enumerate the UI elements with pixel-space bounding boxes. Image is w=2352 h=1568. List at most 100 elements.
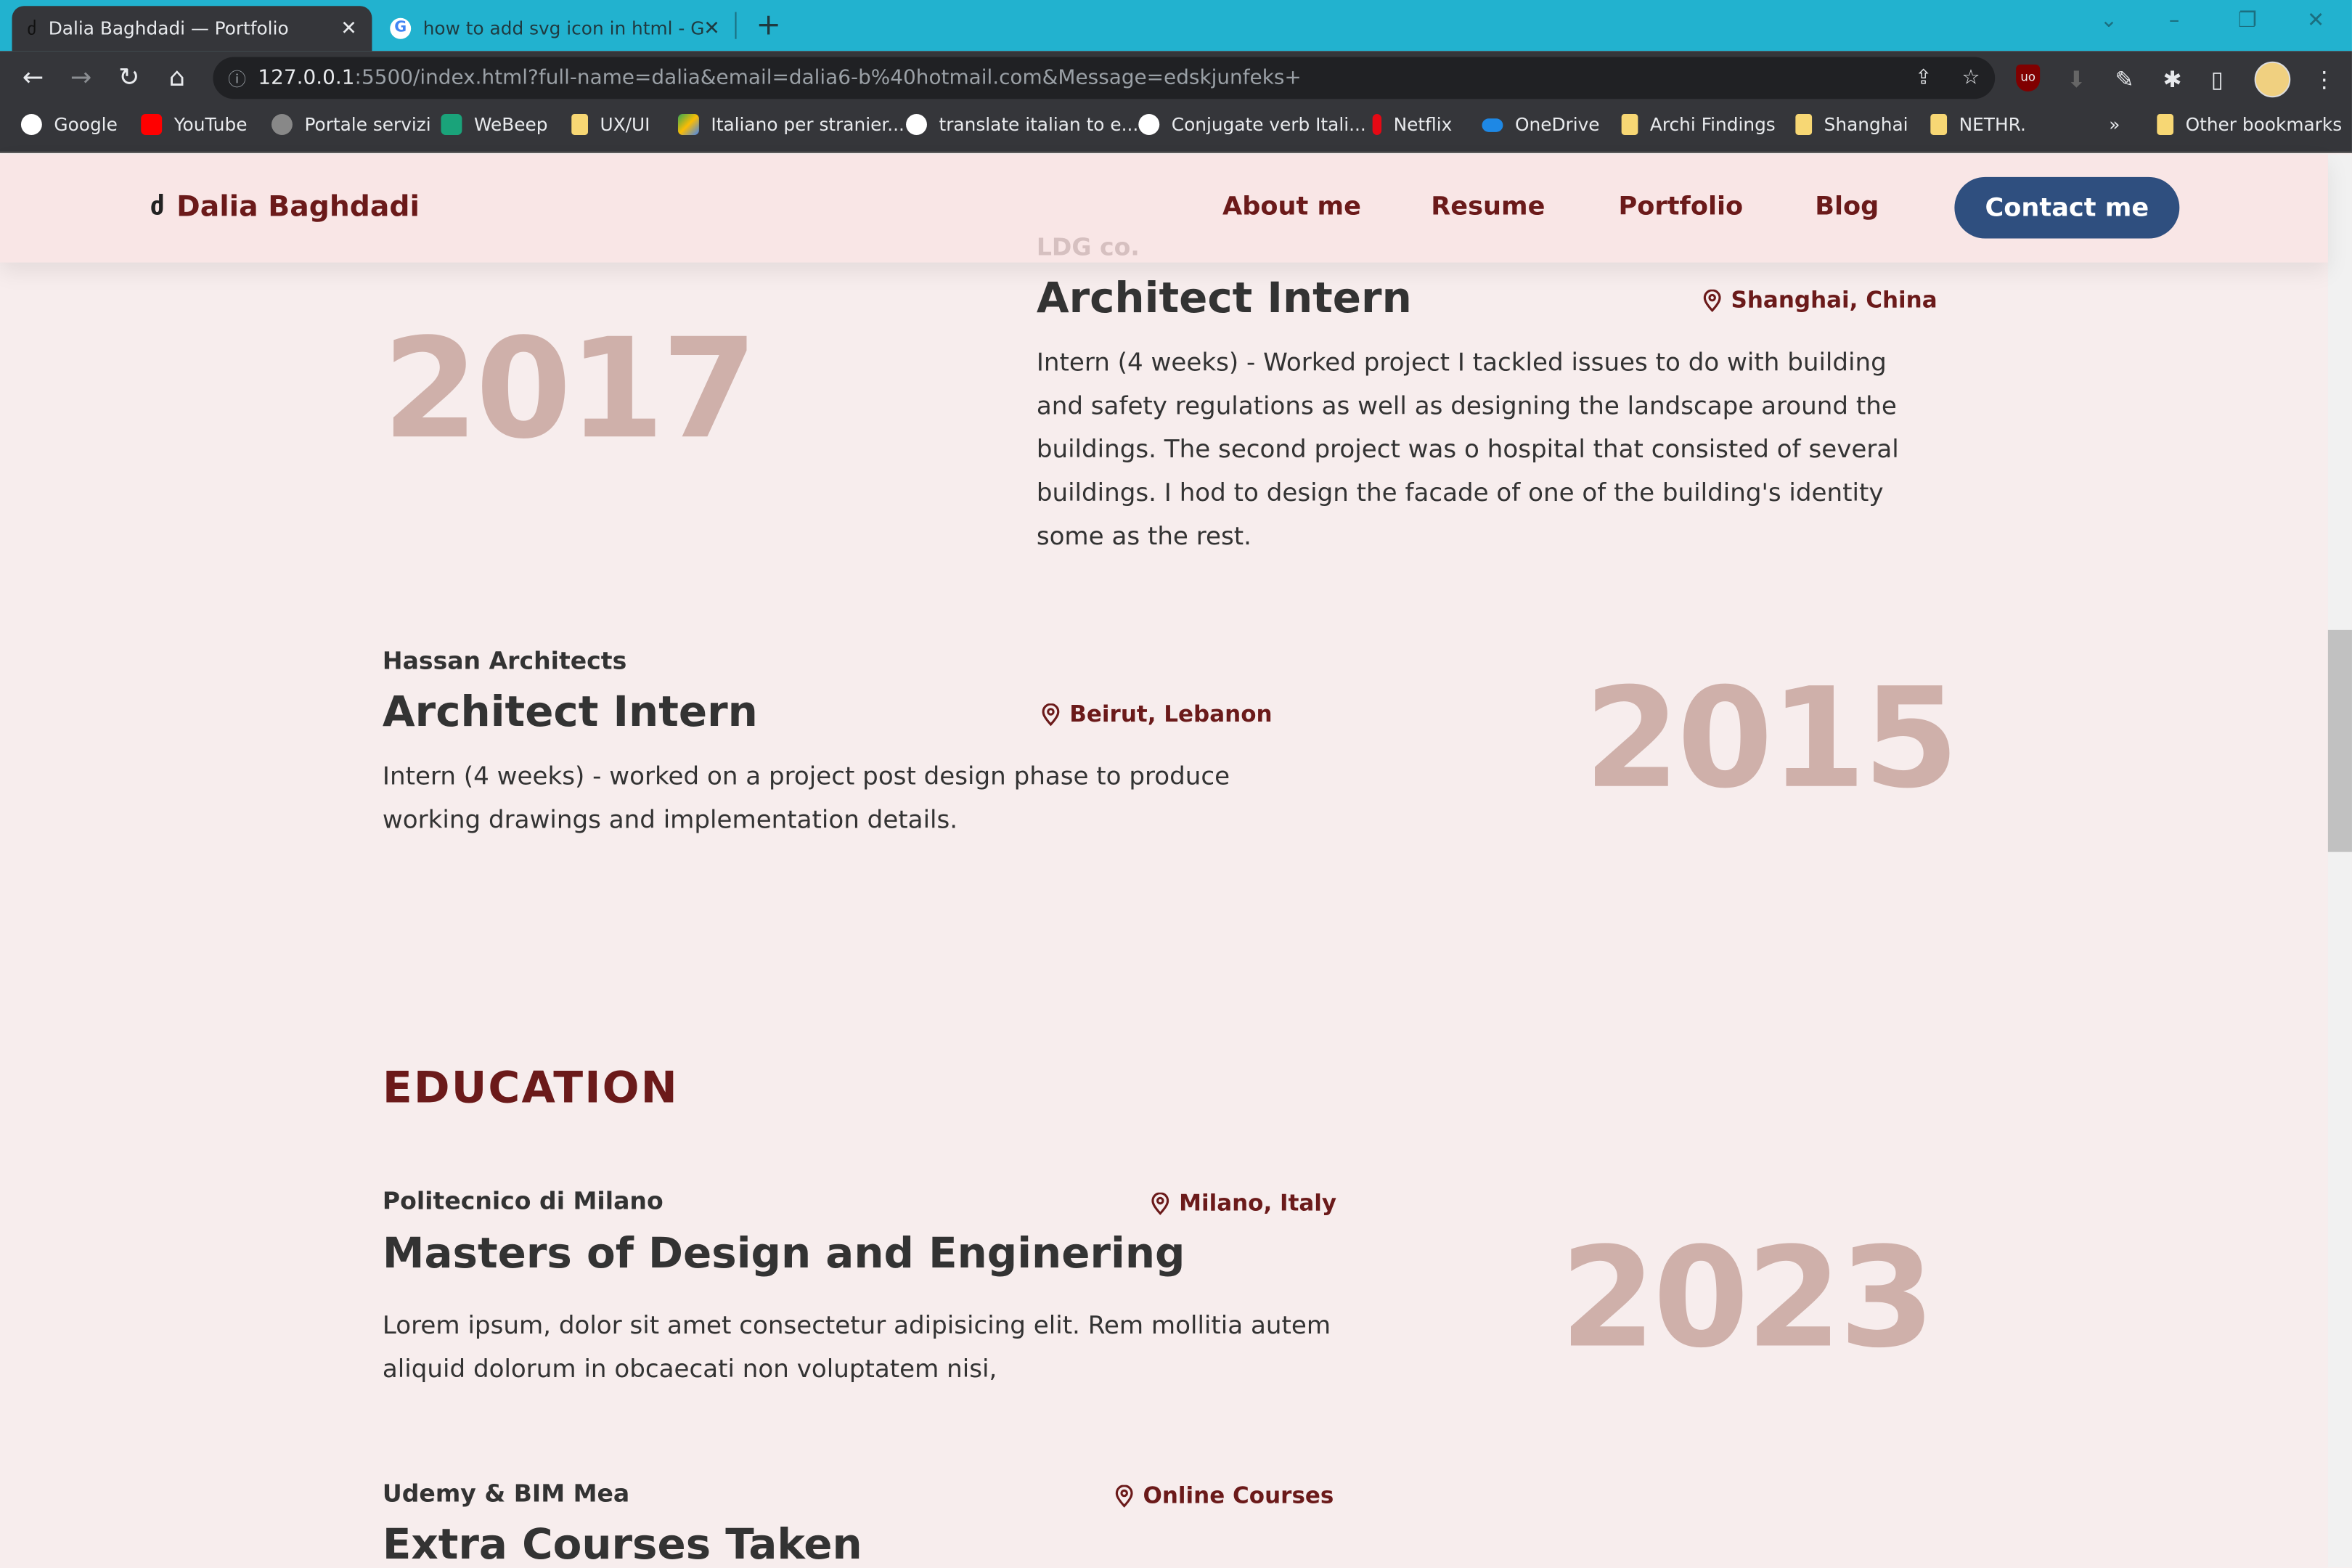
bookmark-label: Archi Findings xyxy=(1649,114,1776,135)
restore-icon[interactable]: ❐ xyxy=(2238,9,2257,33)
google-icon: G xyxy=(390,17,412,39)
bookmark-label: YouTube xyxy=(173,114,248,135)
bookmark-label: Other bookmarks xyxy=(2185,114,2343,135)
job-title: Architect Intern xyxy=(1036,273,1412,323)
tab-portfolio[interactable]: ძ Dalia Baghdadi — Portfolio ✕ xyxy=(12,6,372,52)
company-name: LDG co. xyxy=(1036,232,1140,261)
home-icon[interactable]: ⌂ xyxy=(162,63,192,93)
contact-button[interactable]: Contact me xyxy=(1954,176,2180,239)
folder-icon xyxy=(1621,114,1638,135)
nav-about[interactable]: About me xyxy=(1222,192,1361,221)
netflix-icon xyxy=(1372,114,1382,135)
school-name: Politecnico di Milano xyxy=(382,1186,663,1215)
check-icon xyxy=(441,114,462,135)
brand-logo[interactable]: ძ Dalia Baghdadi xyxy=(150,190,420,223)
bookmark-google[interactable]: Google xyxy=(20,114,118,135)
folder-icon xyxy=(571,114,588,135)
bookmark-italiano[interactable]: Italiano per stranier... xyxy=(677,114,905,135)
minimize-icon[interactable]: – xyxy=(2169,9,2179,33)
location-text: Online Courses xyxy=(1143,1482,1334,1509)
logo-icon: ძ xyxy=(150,192,165,222)
job-title: Architect Intern xyxy=(382,687,758,737)
close-window-icon[interactable]: ✕ xyxy=(2307,9,2324,33)
location: Shanghai, China xyxy=(1702,287,1937,314)
folder-icon xyxy=(1930,114,1948,135)
folder-icon xyxy=(1795,114,1813,135)
location: Online Courses xyxy=(1114,1482,1334,1509)
bookmark-label: Netflix xyxy=(1393,114,1453,135)
year: 2015 xyxy=(1584,658,1959,820)
bookmark-onedrive[interactable]: OneDrive xyxy=(1482,114,1600,135)
bookmark-label: translate italian to e... xyxy=(939,114,1139,135)
folder-icon xyxy=(2157,114,2174,135)
reload-icon[interactable]: ↻ xyxy=(114,63,144,93)
year: 2023 xyxy=(1559,1217,1935,1379)
scrollbar-thumb[interactable] xyxy=(2327,629,2352,852)
bookmark-archi-findings[interactable]: Archi Findings xyxy=(1621,114,1776,135)
close-tab-icon[interactable]: ✕ xyxy=(340,17,357,40)
close-tab-icon[interactable]: ✕ xyxy=(703,17,720,40)
tab-divider xyxy=(735,12,737,39)
address-bar[interactable]: ⓘ 127.0.0.1:5500/index.html?full-name=da… xyxy=(213,57,1996,99)
bookmark-youtube[interactable]: YouTube xyxy=(141,114,248,135)
location-pin-icon xyxy=(1042,703,1060,726)
nav-portfolio[interactable]: Portfolio xyxy=(1619,192,1744,221)
google-icon xyxy=(906,114,927,135)
brand-name: Dalia Baghdadi xyxy=(176,190,420,224)
bookmark-uxui[interactable]: UX/UI xyxy=(571,114,650,135)
bookmark-shanghai[interactable]: Shanghai xyxy=(1795,114,1908,135)
back-icon[interactable]: ← xyxy=(18,63,48,93)
location-pin-icon xyxy=(1151,1191,1169,1214)
bookmark-portale[interactable]: Portale servizi xyxy=(271,114,431,135)
site-favicon-icon: ძ xyxy=(27,17,37,39)
tab-google-search[interactable]: G how to add svg icon in html - Go ✕ xyxy=(375,6,735,51)
tab-title: how to add svg icon in html - Go xyxy=(422,17,704,39)
scrollbar-track[interactable] xyxy=(2327,154,2352,1568)
degree-description: Lorem ipsum, dolor sit amet consectetur … xyxy=(382,1310,1331,1384)
onedrive-icon xyxy=(1482,118,1503,131)
info-icon: ⓘ xyxy=(228,68,246,89)
url-host: 127.0.0.1 xyxy=(258,65,355,90)
other-bookmarks[interactable]: Other bookmarks xyxy=(2157,114,2342,135)
tab-title: Dalia Baghdadi — Portfolio xyxy=(48,17,289,39)
bookmark-netflix[interactable]: Netflix xyxy=(1372,114,1453,135)
company-name: Hassan Architects xyxy=(382,646,627,675)
extensions-icon[interactable]: ✱ xyxy=(2163,66,2182,93)
job-description: Intern (4 weeks) - worked on a project p… xyxy=(382,761,1230,834)
education-heading: EDUCATION xyxy=(382,1061,679,1114)
location-pin-icon xyxy=(1703,288,1721,311)
download-ext-icon[interactable]: ⬇ xyxy=(2067,66,2086,93)
bookmark-nethr[interactable]: NETHR. xyxy=(1930,114,2026,135)
location: Beirut, Lebanon xyxy=(1041,701,1273,727)
bookmark-label: Conjugate verb Itali... xyxy=(1171,114,1366,135)
forward-icon[interactable]: → xyxy=(66,63,96,93)
reverso-icon xyxy=(1138,114,1160,135)
profile-avatar[interactable] xyxy=(2254,61,2291,98)
ublock-icon[interactable]: uo xyxy=(2016,64,2041,92)
new-tab-button[interactable]: + xyxy=(756,6,781,42)
bookmark-star-icon[interactable]: ☆ xyxy=(1961,66,1980,90)
menu-icon[interactable]: ⋮ xyxy=(2313,66,2335,93)
location-pin-icon xyxy=(1115,1484,1133,1507)
tab-search-icon[interactable]: ⌄ xyxy=(2100,9,2118,33)
location-text: Milano, Italy xyxy=(1179,1189,1337,1217)
bookmark-webeep[interactable]: WeBeep xyxy=(441,114,548,135)
share-icon[interactable]: ⇪ xyxy=(1915,66,1932,90)
side-panel-icon[interactable]: ▯ xyxy=(2211,66,2224,93)
more-bookmarks-button[interactable]: » xyxy=(2109,114,2120,135)
bookmark-translate[interactable]: translate italian to e... xyxy=(906,114,1138,135)
bookmark-label: OneDrive xyxy=(1514,114,1600,135)
nav-blog[interactable]: Blog xyxy=(1815,192,1879,221)
bookmark-label: UX/UI xyxy=(600,114,650,135)
bookmark-label: Italiano per stranier... xyxy=(711,114,905,135)
google-icon xyxy=(20,114,42,135)
bookmark-label: Shanghai xyxy=(1824,114,1908,135)
degree-title: Masters of Design and Enginering xyxy=(382,1228,1185,1278)
bookmark-label: WeBeep xyxy=(473,114,548,135)
bookmark-label: Google xyxy=(54,114,118,135)
eyedropper-ext-icon[interactable]: ✎ xyxy=(2115,66,2133,93)
globe-icon xyxy=(271,114,293,135)
degree-title: Extra Courses Taken xyxy=(382,1519,862,1568)
nav-resume[interactable]: Resume xyxy=(1431,192,1545,221)
bookmark-conjugate[interactable]: Conjugate verb Itali... xyxy=(1138,114,1366,135)
